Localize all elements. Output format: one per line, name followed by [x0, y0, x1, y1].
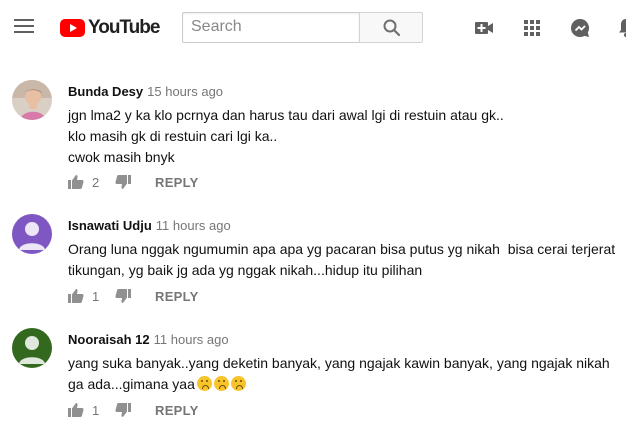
- youtube-logo[interactable]: YouTube: [60, 17, 160, 39]
- like-icon[interactable]: [68, 402, 84, 418]
- search-button[interactable]: [359, 12, 423, 43]
- comment-time[interactable]: 15 hours ago: [147, 84, 223, 99]
- like-icon[interactable]: [68, 288, 84, 304]
- reply-button[interactable]: REPLY: [155, 175, 199, 190]
- reply-button[interactable]: REPLY: [155, 289, 199, 304]
- upside-down-face-emoji-icon: [196, 376, 212, 391]
- avatar[interactable]: [12, 214, 52, 254]
- comment: Bunda Desy 15 hours ago jgn lma2 y ka klo…: [0, 80, 626, 192]
- search-input[interactable]: [183, 13, 359, 40]
- video-camera-add-icon[interactable]: [472, 16, 496, 40]
- comment-author[interactable]: Isnawati Udju: [68, 218, 152, 233]
- upside-down-face-emoji-icon: [213, 376, 229, 391]
- default-avatar-icon: [19, 222, 45, 250]
- youtube-play-icon: [60, 19, 85, 37]
- dislike-icon[interactable]: [115, 174, 131, 190]
- comment-text: jgn lma2 y ka klo pcrnya dan harus tau d…: [68, 107, 504, 165]
- avatar[interactable]: [12, 80, 52, 120]
- like-icon[interactable]: [68, 174, 84, 190]
- like-count: 2: [92, 175, 100, 190]
- comment-time[interactable]: 11 hours ago: [154, 332, 229, 347]
- comment-header: Isnawati Udju 11 hours ago: [68, 218, 231, 233]
- comment-author[interactable]: Bunda Desy: [68, 84, 143, 99]
- comment-text: Orang luna nggak ngumumin apa apa yg pac…: [68, 241, 620, 278]
- masthead: YouTube: [0, 0, 626, 56]
- upside-down-face-emoji-icon: [230, 376, 246, 391]
- comment: Nooraisah 12 11 hours ago yang suka banya…: [0, 328, 626, 428]
- logo-text: YouTube: [88, 17, 160, 38]
- dislike-icon[interactable]: [115, 402, 131, 418]
- comment-header: Nooraisah 12 11 hours ago: [68, 332, 229, 347]
- menu-icon[interactable]: [14, 19, 34, 35]
- avatar-photo: [12, 80, 52, 120]
- messages-icon[interactable]: [568, 16, 592, 40]
- like-count: 1: [92, 403, 100, 418]
- notifications-icon[interactable]: [614, 16, 626, 40]
- search-box: [182, 12, 359, 43]
- like-count: 1: [92, 289, 100, 304]
- comment-header: Bunda Desy 15 hours ago: [68, 84, 223, 99]
- avatar[interactable]: [12, 328, 52, 368]
- dislike-icon[interactable]: [115, 288, 131, 304]
- search-icon: [383, 19, 401, 37]
- comment-text-content: yang suka banyak..yang deketin banyak, y…: [68, 355, 614, 392]
- comment-author[interactable]: Nooraisah 12: [68, 332, 150, 347]
- reply-button[interactable]: REPLY: [155, 403, 199, 418]
- comment-time[interactable]: 11 hours ago: [156, 218, 231, 233]
- default-avatar-icon: [19, 336, 45, 364]
- apps-grid-icon[interactable]: [520, 16, 544, 40]
- comment: Isnawati Udju 11 hours ago Orang luna ngg…: [0, 214, 626, 314]
- comment-text: yang suka banyak..yang deketin banyak, y…: [68, 353, 624, 395]
